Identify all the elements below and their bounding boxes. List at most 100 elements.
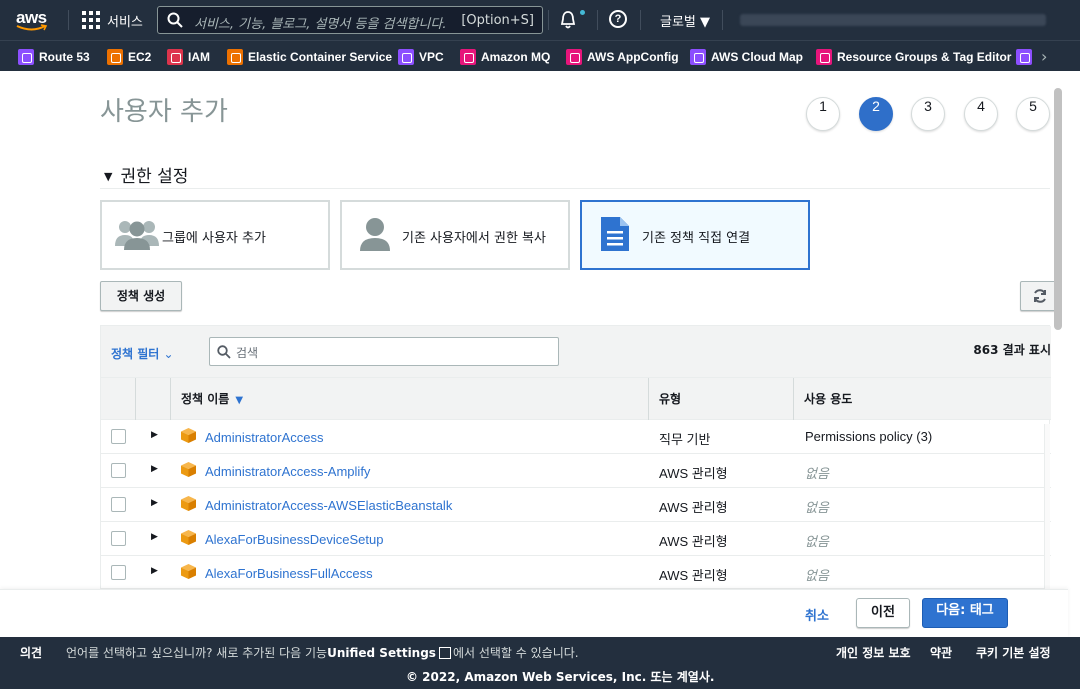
favorite-resource-groups[interactable]: Resource Groups & Tag Editor xyxy=(816,48,1011,66)
step-2[interactable]: 2 xyxy=(859,97,893,131)
header-policy-name[interactable]: 정책 이름 ▼ xyxy=(171,378,649,420)
expand-row-icon[interactable]: ▶ xyxy=(151,531,158,542)
row-checkbox[interactable] xyxy=(111,463,126,478)
search-icon xyxy=(217,345,231,359)
search-placeholder: 서비스, 기능, 블로그, 설명서 등을 검색합니다. xyxy=(194,17,447,32)
row-checkbox[interactable] xyxy=(111,531,126,546)
aws-logo[interactable]: aws xyxy=(14,6,54,34)
cookie-preferences-link[interactable]: 쿠키 기본 설정 xyxy=(976,644,1051,661)
table-row[interactable]: ▶ AlexaForBusinessDeviceSetup AWS 관리형 없음 xyxy=(101,522,1051,556)
services-grid-icon[interactable] xyxy=(82,11,100,29)
unified-settings-link[interactable]: Unified Settings xyxy=(327,646,436,660)
policy-usage: 없음 xyxy=(805,568,829,583)
result-count: 863 결과 표시 xyxy=(973,343,1051,357)
notifications-bell-icon[interactable] xyxy=(558,10,578,30)
policy-type: 직무 기반 xyxy=(659,432,711,447)
expand-row-icon[interactable]: ▶ xyxy=(151,463,158,474)
favorite-ec2[interactable]: EC2 xyxy=(107,48,151,66)
favorite-amazon-mq[interactable]: Amazon MQ xyxy=(460,48,550,66)
table-scrollbar[interactable] xyxy=(1044,424,1050,590)
policy-filter-dropdown[interactable]: 정책 필터 ⌄ xyxy=(111,345,174,362)
document-icon xyxy=(601,217,629,251)
policy-usage: 없음 xyxy=(805,534,829,549)
divider xyxy=(722,10,723,30)
divider xyxy=(548,10,549,30)
row-checkbox[interactable] xyxy=(111,429,126,444)
policy-name-link[interactable]: AlexaForBusinessFullAccess xyxy=(205,566,373,581)
favorite-appconfig[interactable]: AWS AppConfig xyxy=(566,48,679,66)
policy-name-link[interactable]: AdministratorAccess-Amplify xyxy=(205,464,370,479)
step-1[interactable]: 1 xyxy=(806,97,840,131)
chevron-down-icon: ⌄ xyxy=(163,347,174,361)
table-row[interactable]: ▶ AdministratorAccess 직무 기반 Permissions … xyxy=(101,420,1051,454)
previous-button[interactable]: 이전 xyxy=(856,598,910,628)
expand-row-icon[interactable]: ▶ xyxy=(151,565,158,576)
refresh-icon xyxy=(1034,289,1046,303)
group-users-icon xyxy=(115,221,159,250)
page-scrollbar-thumb[interactable] xyxy=(1054,88,1062,330)
option-copy-permissions[interactable]: 기존 사용자에서 권한 복사 xyxy=(340,200,570,270)
favorite-route53[interactable]: Route 53 xyxy=(18,48,90,66)
feedback-link[interactable]: 의견 xyxy=(20,644,42,661)
policy-usage: 없음 xyxy=(805,466,829,481)
divider xyxy=(640,10,641,30)
region-selector[interactable]: 글로벌 ▼ xyxy=(660,11,710,30)
table-row[interactable]: ▶ AlexaForBusinessFullAccess AWS 관리형 없음 xyxy=(101,556,1051,589)
expand-row-icon[interactable]: ▶ xyxy=(151,429,158,440)
policy-name-link[interactable]: AlexaForBusinessDeviceSetup xyxy=(205,532,383,547)
expand-row-icon[interactable]: ▶ xyxy=(151,497,158,508)
policy-type: AWS 관리형 xyxy=(659,500,728,515)
header-usage[interactable]: 사용 용도 xyxy=(794,378,1051,420)
cancel-button[interactable]: 취소 xyxy=(805,605,829,624)
sort-descending-icon: ▼ xyxy=(235,395,244,406)
copyright: © 2022, Amazon Web Services, Inc. 또는 계열사… xyxy=(406,670,715,684)
policy-search-input[interactable]: 검색 xyxy=(209,337,559,366)
next-tags-button[interactable]: 다음: 태그 xyxy=(922,598,1008,628)
create-policy-button[interactable]: 정책 생성 xyxy=(100,281,182,311)
header-type[interactable]: 유형 xyxy=(649,378,794,420)
header-select xyxy=(101,378,136,420)
policy-name-link[interactable]: AdministratorAccess xyxy=(205,430,323,445)
terms-link[interactable]: 약관 xyxy=(930,644,952,661)
table-row[interactable]: ▶ AdministratorAccess-Amplify AWS 관리형 없음 xyxy=(101,454,1051,488)
ec2-icon xyxy=(107,49,123,65)
policy-name-link[interactable]: AdministratorAccess-AWSElasticBeanstalk xyxy=(205,498,452,513)
cloud-map-icon xyxy=(690,49,706,65)
step-4[interactable]: 4 xyxy=(964,97,998,131)
policy-cube-icon xyxy=(181,462,196,477)
page-title: 사용자 추가 xyxy=(100,97,228,127)
privacy-link[interactable]: 개인 정보 보호 xyxy=(836,644,911,661)
favorite-overflow[interactable] xyxy=(1016,48,1037,66)
table-filter-bar: 정책 필터 ⌄ 검색 863 결과 표시 xyxy=(101,326,1051,378)
step-3[interactable]: 3 xyxy=(911,97,945,131)
help-icon[interactable]: ? xyxy=(609,10,627,28)
ecs-icon xyxy=(227,49,243,65)
resource-groups-icon xyxy=(816,49,832,65)
option-label: 기존 정책 직접 연결 xyxy=(642,231,751,246)
row-checkbox[interactable] xyxy=(111,565,126,580)
policy-cube-icon xyxy=(181,530,196,545)
global-search-input[interactable]: 서비스, 기능, 블로그, 설명서 등을 검색합니다. [Option+S] xyxy=(157,6,543,34)
wizard-action-bar: 취소 이전 다음: 태그 xyxy=(0,589,1068,637)
account-menu[interactable] xyxy=(740,14,1046,26)
table-row[interactable]: ▶ AdministratorAccess-AWSElasticBeanstal… xyxy=(101,488,1051,522)
favorite-vpc[interactable]: VPC xyxy=(398,48,444,66)
step-5[interactable]: 5 xyxy=(1016,97,1050,131)
search-placeholder: 검색 xyxy=(236,346,259,360)
option-attach-policies[interactable]: 기존 정책 직접 연결 xyxy=(580,200,810,270)
services-menu[interactable]: 서비스 xyxy=(107,11,143,30)
search-shortcut: [Option+S] xyxy=(461,13,534,28)
amazon-mq-icon xyxy=(460,49,476,65)
permissions-section-toggle[interactable]: ▼ 권한 설정 xyxy=(104,162,188,187)
option-add-to-group[interactable]: 그룹에 사용자 추가 xyxy=(100,200,330,270)
chevron-right-icon[interactable]: › xyxy=(1041,47,1047,66)
policies-table: 정책 필터 ⌄ 검색 863 결과 표시 정책 이름 ▼ 유형 사용 용도 ▶ A… xyxy=(100,325,1051,589)
divider xyxy=(68,10,69,30)
policy-usage: Permissions policy (3) xyxy=(805,429,933,444)
row-checkbox[interactable] xyxy=(111,497,126,512)
section-title: 권한 설정 xyxy=(120,167,189,187)
favorite-ecs[interactable]: Elastic Container Service xyxy=(227,48,392,66)
favorite-iam[interactable]: IAM xyxy=(167,48,210,66)
option-label: 기존 사용자에서 권한 복사 xyxy=(402,231,546,246)
favorite-cloud-map[interactable]: AWS Cloud Map xyxy=(690,48,803,66)
